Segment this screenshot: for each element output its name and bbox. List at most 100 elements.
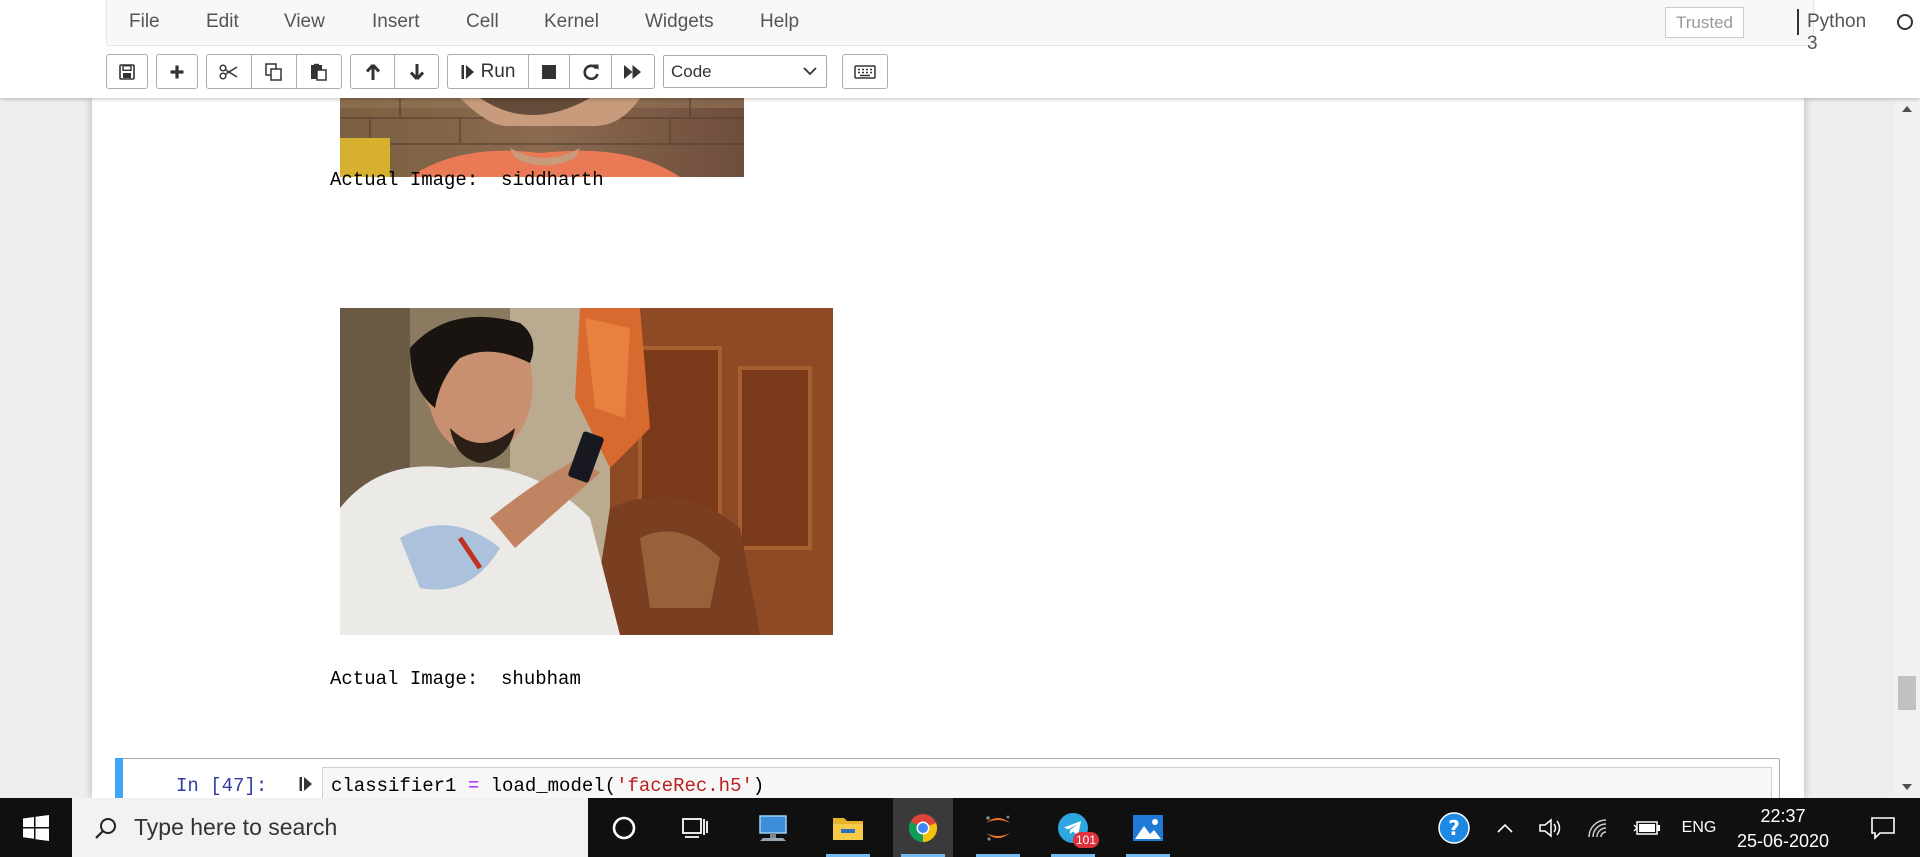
- task-view-button[interactable]: [665, 798, 725, 857]
- code-editor[interactable]: classifier1 = load_model('faceRec.h5'): [322, 767, 1772, 798]
- add-icon: [170, 65, 184, 78]
- run-icon: [461, 64, 474, 79]
- cut-button[interactable]: [206, 54, 252, 89]
- chrome-icon: [908, 813, 938, 842]
- menu-view[interactable]: View: [284, 11, 325, 33]
- wifi-icon: [1588, 818, 1607, 837]
- start-button[interactable]: [0, 798, 72, 857]
- paste-icon: [311, 63, 327, 81]
- menu-edit[interactable]: Edit: [206, 11, 239, 33]
- code-variable: classifier1: [331, 775, 457, 797]
- interrupt-button[interactable]: [528, 54, 570, 89]
- save-button[interactable]: [106, 54, 148, 89]
- menu-kernel[interactable]: Kernel: [544, 11, 599, 33]
- network-button[interactable]: [1584, 798, 1614, 857]
- clock-time: 22:37: [1760, 806, 1806, 826]
- move-up-button[interactable]: [350, 54, 395, 89]
- help-icon: ?: [1438, 811, 1470, 844]
- run-label: Run: [480, 60, 516, 82]
- menu-insert[interactable]: Insert: [372, 11, 420, 33]
- notification-icon: [1871, 816, 1895, 840]
- volume-icon: [1539, 817, 1561, 838]
- help-tray-button[interactable]: ?: [1434, 798, 1474, 857]
- volume-button[interactable]: [1536, 798, 1566, 857]
- notification-badge: 101: [1073, 832, 1100, 848]
- code-string: 'faceRec.h5': [616, 775, 753, 797]
- taskbar-search[interactable]: Type here to search: [72, 798, 588, 857]
- chrome-button[interactable]: [893, 798, 953, 857]
- output-image-shubham: [340, 308, 833, 635]
- code-operator: =: [467, 775, 480, 797]
- menu-file[interactable]: File: [129, 11, 160, 33]
- fast-forward-icon: [624, 64, 641, 79]
- taskbar-clock[interactable]: 22:37 25-06-2020: [1728, 804, 1838, 854]
- restart-button[interactable]: [569, 54, 612, 89]
- copy-button[interactable]: [251, 54, 297, 89]
- chevron-up-icon: [1497, 823, 1513, 833]
- scroll-down-icon[interactable]: [1902, 784, 1912, 790]
- jupyter-button[interactable]: [968, 798, 1028, 857]
- output-text: Actual Image: siddharth: [330, 169, 604, 191]
- battery-button[interactable]: [1632, 798, 1662, 857]
- trusted-indicator[interactable]: Trusted: [1665, 7, 1744, 38]
- scroll-thumb[interactable]: [1898, 676, 1916, 710]
- restart-icon: [582, 64, 599, 80]
- output-text: Actual Image: shubham: [330, 668, 581, 690]
- copy-icon: [265, 62, 282, 81]
- run-cell-icon[interactable]: [299, 776, 313, 792]
- photos-button[interactable]: [1118, 798, 1178, 857]
- cortana-button[interactable]: [594, 798, 654, 857]
- cell-type-select[interactable]: Code: [663, 55, 827, 88]
- menu-help[interactable]: Help: [760, 11, 799, 33]
- selected-cell-indicator: [115, 758, 123, 798]
- input-language-button[interactable]: ENG: [1676, 798, 1722, 857]
- arrow-up-icon: [365, 63, 380, 80]
- task-view-icon: [682, 817, 708, 838]
- chevron-down-icon: [803, 67, 817, 76]
- arrow-down-icon: [409, 63, 424, 80]
- save-icon: [119, 63, 135, 80]
- code-cell[interactable]: In [47]: classifier1 = load_model('faceR…: [115, 758, 1780, 798]
- kernel-separator: [1797, 9, 1799, 35]
- svg-text:?: ?: [1448, 816, 1460, 840]
- clock-date: 25-06-2020: [1736, 831, 1830, 851]
- cortana-icon: [612, 816, 636, 839]
- file-explorer-icon: [833, 817, 863, 840]
- menu-widgets[interactable]: Widgets: [645, 11, 714, 33]
- menu-cell[interactable]: Cell: [466, 11, 499, 33]
- battery-icon: [1633, 820, 1660, 835]
- search-placeholder: Type here to search: [134, 814, 338, 840]
- show-hidden-icons-button[interactable]: [1490, 798, 1520, 857]
- notebook-header: File Edit View Insert Cell Kernel Widget…: [0, 0, 1920, 98]
- code-function: load_model(: [490, 775, 617, 797]
- output-image-siddharth: [340, 98, 744, 177]
- action-center-button[interactable]: [1856, 798, 1910, 857]
- windows-taskbar: Type here to search 101 ? ENG 22:37 25-0…: [0, 798, 1920, 857]
- photos-icon: [1133, 814, 1163, 841]
- notebook-container[interactable]: Actual Image: siddharth Actual Image: sh…: [92, 98, 1804, 798]
- this-pc-button[interactable]: [743, 798, 803, 857]
- windows-icon: [23, 814, 49, 841]
- telegram-button[interactable]: 101: [1043, 798, 1103, 857]
- file-explorer-button[interactable]: [818, 798, 878, 857]
- search-icon: [95, 817, 116, 839]
- page-scrollbar[interactable]: [1894, 98, 1920, 798]
- cell-type-value: Code: [671, 62, 712, 81]
- kernel-idle-icon: [1897, 14, 1913, 30]
- code-close-paren: ): [752, 775, 765, 797]
- jupyter-icon: [986, 815, 1010, 841]
- move-down-button[interactable]: [394, 54, 439, 89]
- menubar: File Edit View Insert Cell Kernel Widget…: [106, 0, 1913, 54]
- cut-icon: [219, 63, 238, 80]
- language-indicator: ENG: [1681, 818, 1717, 836]
- scroll-up-icon[interactable]: [1902, 106, 1912, 112]
- computer-icon: [759, 814, 787, 841]
- restart-run-all-button[interactable]: [611, 54, 655, 89]
- paste-button[interactable]: [296, 54, 342, 89]
- kernel-name[interactable]: Python 3: [1807, 11, 1866, 55]
- insert-cell-button[interactable]: [156, 54, 198, 89]
- command-palette-button[interactable]: [842, 54, 888, 89]
- cell-prompt: In [47]:: [176, 775, 268, 797]
- run-button[interactable]: Run: [447, 54, 529, 89]
- stop-icon: [542, 64, 556, 79]
